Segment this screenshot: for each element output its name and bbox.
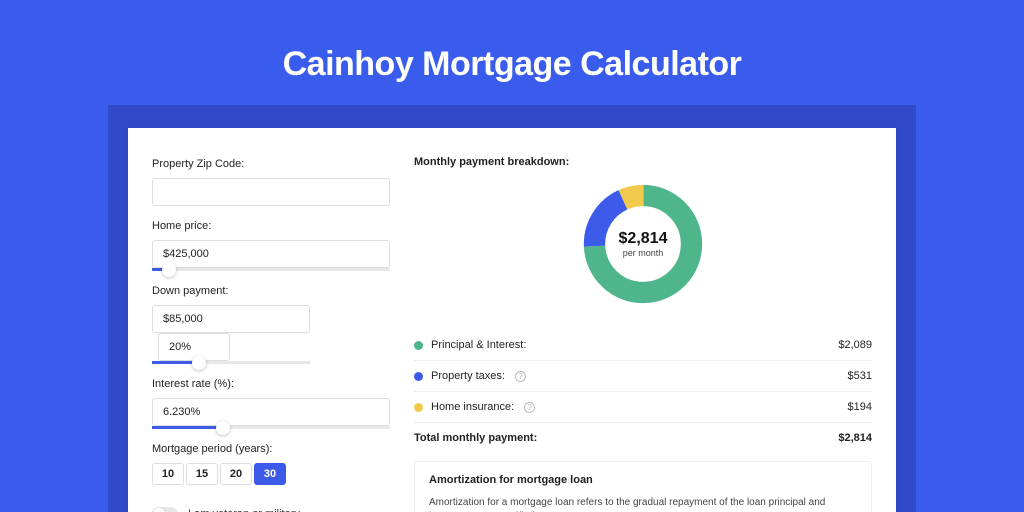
- page-title: Cainhoy Mortgage Calculator: [0, 0, 1024, 104]
- interest-slider[interactable]: [152, 426, 390, 429]
- dot-icon: [414, 403, 423, 412]
- down-payment-slider[interactable]: [152, 361, 310, 364]
- dot-icon: [414, 341, 423, 350]
- veteran-toggle[interactable]: [152, 507, 178, 512]
- total-value: $2,814: [838, 432, 872, 444]
- down-payment-label: Down payment:: [152, 285, 390, 297]
- period-label: Mortgage period (years):: [152, 443, 390, 455]
- zip-field-group: Property Zip Code:: [152, 158, 390, 206]
- interest-slider-thumb[interactable]: [216, 421, 230, 435]
- donut-value: $2,814: [619, 230, 668, 248]
- home-price-label: Home price:: [152, 220, 390, 232]
- interest-group: Interest rate (%):: [152, 378, 390, 429]
- home-price-slider-thumb[interactable]: [162, 263, 176, 277]
- down-payment-input[interactable]: [152, 305, 310, 333]
- row-value: $531: [848, 370, 872, 382]
- row-home-insurance: Home insurance: ? $194: [414, 391, 872, 422]
- donut-wrap: $2,814 per month: [414, 174, 872, 308]
- zip-label: Property Zip Code:: [152, 158, 390, 170]
- total-label: Total monthly payment:: [414, 432, 537, 444]
- row-principal-interest: Principal & Interest: $2,089: [414, 330, 872, 360]
- donut-center: $2,814 per month: [579, 180, 707, 308]
- period-btn-15[interactable]: 15: [186, 463, 218, 485]
- calculator-card: Property Zip Code: Home price: Down paym…: [128, 128, 896, 512]
- row-value: $194: [848, 401, 872, 413]
- veteran-label: I am veteran or military: [188, 508, 300, 512]
- home-price-slider[interactable]: [152, 268, 390, 271]
- down-payment-group: Down payment:: [152, 285, 390, 364]
- row-label: Principal & Interest:: [431, 339, 526, 351]
- donut-chart: $2,814 per month: [579, 180, 707, 308]
- amortization-box: Amortization for mortgage loan Amortizat…: [414, 461, 872, 512]
- period-btn-30[interactable]: 30: [254, 463, 286, 485]
- period-btn-20[interactable]: 20: [220, 463, 252, 485]
- row-label: Home insurance:: [431, 401, 514, 413]
- amortization-text: Amortization for a mortgage loan refers …: [429, 496, 857, 512]
- period-btn-10[interactable]: 10: [152, 463, 184, 485]
- breakdown-list: Principal & Interest: $2,089 Property ta…: [414, 330, 872, 453]
- row-total: Total monthly payment: $2,814: [414, 422, 872, 453]
- period-buttons: 10 15 20 30: [152, 463, 390, 485]
- interest-input[interactable]: [152, 398, 390, 426]
- veteran-row: I am veteran or military: [152, 507, 390, 512]
- home-price-input[interactable]: [152, 240, 390, 268]
- row-property-taxes: Property taxes: ? $531: [414, 360, 872, 391]
- row-label: Property taxes:: [431, 370, 505, 382]
- form-column: Property Zip Code: Home price: Down paym…: [128, 128, 390, 512]
- zip-input[interactable]: [152, 178, 390, 206]
- row-value: $2,089: [838, 339, 872, 351]
- info-icon[interactable]: ?: [515, 371, 526, 382]
- info-icon[interactable]: ?: [524, 402, 535, 413]
- period-group: Mortgage period (years): 10 15 20 30: [152, 443, 390, 485]
- interest-label: Interest rate (%):: [152, 378, 390, 390]
- breakdown-column: Monthly payment breakdown: $2,814 per mo…: [390, 128, 896, 512]
- donut-label: per month: [623, 248, 664, 258]
- veteran-toggle-knob: [153, 508, 165, 512]
- dot-icon: [414, 372, 423, 381]
- down-payment-slider-thumb[interactable]: [192, 356, 206, 370]
- home-price-group: Home price:: [152, 220, 390, 271]
- breakdown-header: Monthly payment breakdown:: [414, 156, 872, 168]
- amortization-title: Amortization for mortgage loan: [429, 474, 857, 486]
- interest-slider-fill: [152, 426, 223, 429]
